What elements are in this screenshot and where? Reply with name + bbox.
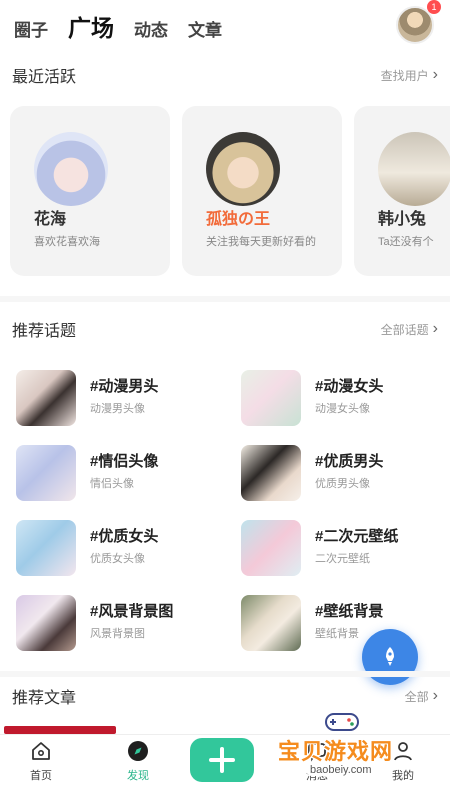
tab-circle[interactable]: 圈子	[14, 20, 48, 42]
chevron-right-icon: ›	[432, 66, 438, 83]
topic-subtitle: 动漫男头像	[90, 403, 145, 415]
topic-title: #优质女头	[90, 528, 159, 545]
topic-subtitle: 风景背景图	[90, 628, 145, 640]
topic-title: #壁纸背景	[315, 603, 384, 620]
all-topics-label: 全部话题	[380, 322, 429, 337]
topic-thumbnail	[241, 520, 301, 576]
topic-thumbnail	[16, 445, 76, 501]
topic-title: #动漫女头	[315, 378, 384, 395]
recent-title: 最近活跃	[12, 69, 77, 86]
user-desc: Ta还没有个	[378, 236, 434, 248]
topic-subtitle: 优质男头像	[315, 478, 370, 490]
user-desc: 关注我每天更新好看的	[206, 236, 316, 248]
topic-thumbnail	[16, 370, 76, 426]
rocket-icon	[386, 647, 394, 666]
compass-icon	[128, 741, 148, 761]
topics-title: 推荐话题	[12, 323, 77, 340]
topic-title: #动漫男头	[90, 378, 159, 395]
watermark: 宝贝游戏网 baobeiy.com	[270, 712, 450, 788]
topic-title: #风景背景图	[90, 603, 174, 620]
articles-section-header: 推荐文章 全部 ›	[12, 684, 438, 708]
tab-feed[interactable]: 动态	[134, 20, 168, 42]
recent-users-carousel[interactable]: 花海 喜欢花喜欢海 孤独の王 关注我每天更新好看的 韩小兔 Ta还没有个	[10, 106, 450, 276]
find-users-link[interactable]: 查找用户 ›	[381, 67, 438, 84]
topic-title: #二次元壁纸	[315, 528, 399, 545]
watermark-name: 宝贝游戏网	[278, 739, 394, 764]
topics-section-header: 推荐话题 全部话题 ›	[12, 317, 438, 341]
home-icon	[32, 742, 50, 760]
nav-discover[interactable]: 发现	[103, 739, 173, 799]
find-users-label: 查找用户	[380, 68, 429, 83]
topic-subtitle: 二次元壁纸	[315, 553, 370, 565]
top-tabs: 圈子 广场 动态 文章	[14, 6, 222, 42]
topic-subtitle: 情侣头像	[90, 478, 134, 490]
topic-title: #优质男头	[315, 453, 384, 470]
chevron-right-icon: ›	[432, 320, 438, 337]
top-bar: 圈子 广场 动态 文章 1	[0, 0, 450, 50]
user-card[interactable]: 韩小兔 Ta还没有个	[354, 106, 450, 276]
tab-articles[interactable]: 文章	[188, 20, 222, 42]
nav-discover-label: 发现	[127, 770, 149, 782]
topic-subtitle: 优质女头像	[90, 553, 145, 565]
topic-subtitle: 动漫女头像	[315, 403, 370, 415]
topic-thumbnail	[16, 595, 76, 651]
topic-thumbnail	[241, 595, 301, 651]
tab-square[interactable]: 广场	[68, 14, 114, 42]
nav-home[interactable]: 首页	[6, 739, 76, 799]
topic-item[interactable]: #优质女头 优质女头像	[16, 520, 216, 576]
user-avatar	[34, 132, 108, 206]
user-card[interactable]: 孤独の王 关注我每天更新好看的	[182, 106, 342, 276]
articles-title: 推荐文章	[12, 690, 77, 707]
topic-item[interactable]: #风景背景图 风景背景图	[16, 595, 216, 651]
topic-item[interactable]: #优质男头 优质男头像	[241, 445, 441, 501]
topic-item[interactable]: #动漫男头 动漫男头像	[16, 370, 216, 426]
notification-badge: 1	[427, 0, 441, 14]
user-name: 韩小兔	[378, 211, 427, 228]
user-avatar	[378, 132, 450, 206]
watermark-url: baobeiy.com	[306, 764, 376, 776]
publish-button[interactable]	[190, 738, 254, 782]
topic-thumbnail	[241, 445, 301, 501]
user-name: 花海	[34, 211, 67, 228]
gamepad-icon	[325, 713, 359, 731]
recent-section-header: 最近活跃 查找用户 ›	[12, 63, 438, 87]
topic-subtitle: 壁纸背景	[315, 628, 359, 640]
all-articles-link[interactable]: 全部 ›	[405, 688, 438, 705]
topic-item[interactable]: #二次元壁纸 二次元壁纸	[241, 520, 441, 576]
user-name: 孤独の王	[206, 211, 271, 228]
topic-item[interactable]: #情侣头像 情侣头像	[16, 445, 216, 501]
plus-icon	[209, 747, 235, 773]
nav-home-label: 首页	[30, 770, 52, 782]
article-thumbnail[interactable]	[4, 726, 116, 734]
topic-thumbnail	[241, 370, 301, 426]
user-card[interactable]: 花海 喜欢花喜欢海	[10, 106, 170, 276]
user-avatar	[206, 132, 280, 206]
all-articles-label: 全部	[404, 689, 429, 704]
section-divider	[0, 671, 450, 677]
user-desc: 喜欢花喜欢海	[34, 236, 100, 248]
topic-item[interactable]: #动漫女头 动漫女头像	[241, 370, 441, 426]
all-topics-link[interactable]: 全部话题 ›	[381, 321, 438, 338]
topic-thumbnail	[16, 520, 76, 576]
chevron-right-icon: ›	[432, 687, 438, 704]
section-divider	[0, 296, 450, 302]
topic-title: #情侣头像	[90, 453, 159, 470]
